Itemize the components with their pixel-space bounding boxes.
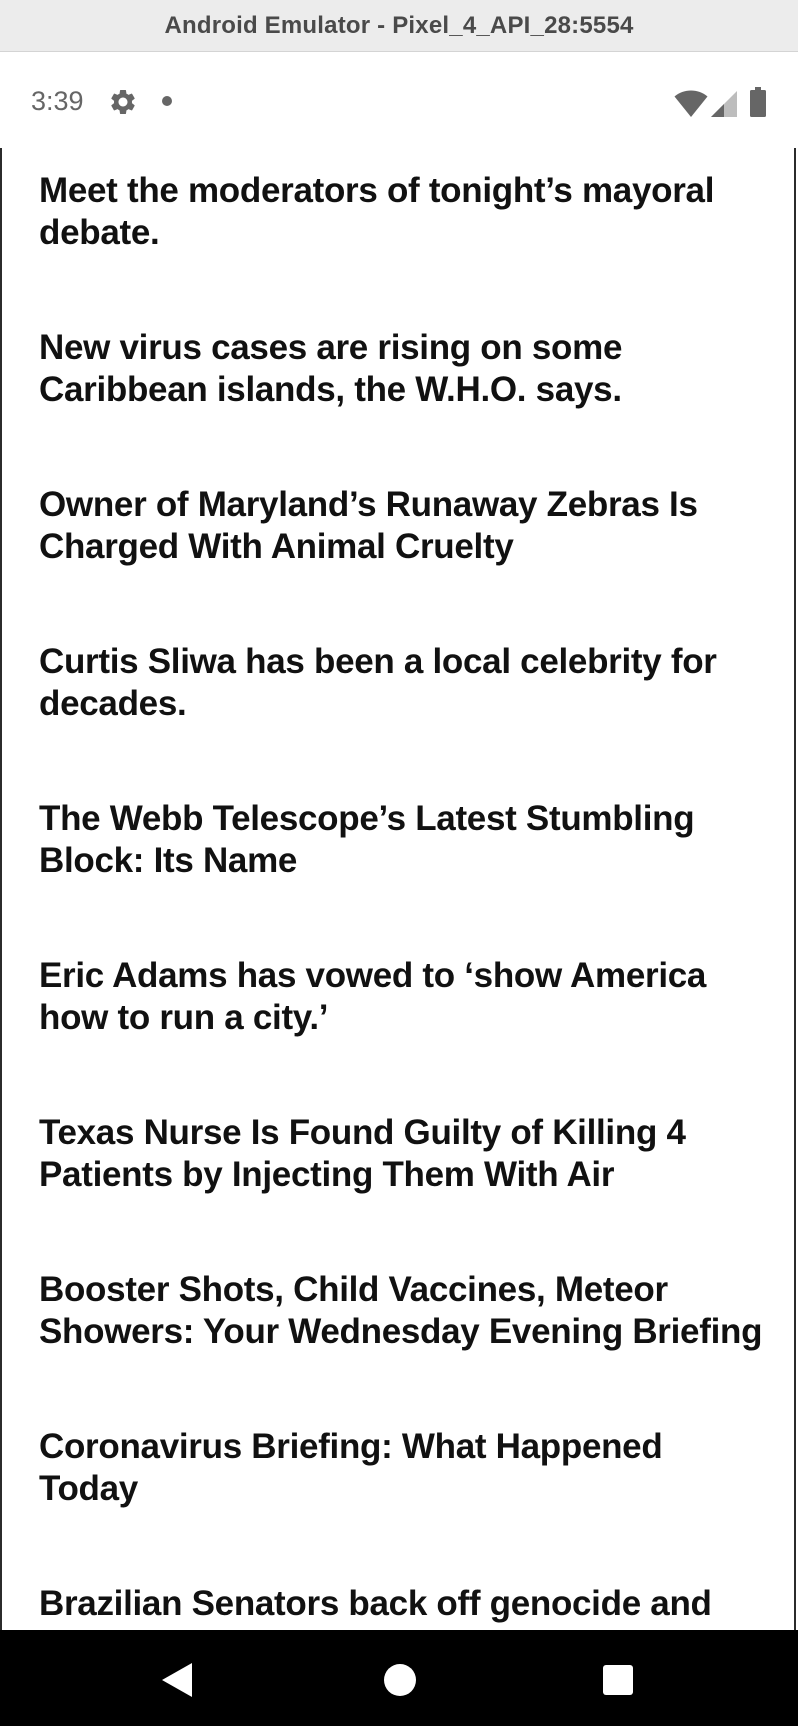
window-title: Android Emulator - Pixel_4_API_28:5554 <box>164 11 634 39</box>
headline-item[interactable]: Texas Nurse Is Found Guilty of Killing 4… <box>39 1112 769 1196</box>
home-icon[interactable] <box>384 1664 416 1696</box>
back-icon[interactable] <box>162 1663 192 1697</box>
headline-item[interactable]: Coronavirus Briefing: What Happened Toda… <box>39 1426 769 1510</box>
headline-item[interactable]: Owner of Maryland’s Runaway Zebras Is Ch… <box>39 484 769 568</box>
battery-icon <box>750 87 766 117</box>
wifi-icon <box>674 90 708 117</box>
headline-item[interactable]: Booster Shots, Child Vaccines, Meteor Sh… <box>39 1269 769 1353</box>
headline-item[interactable]: Meet the moderators of tonight’s mayoral… <box>39 170 769 254</box>
headline-feed[interactable]: Meet the moderators of tonight’s mayoral… <box>0 148 798 1630</box>
cellular-signal-icon <box>711 91 737 117</box>
headline-item[interactable]: Eric Adams has vowed to ‘show America ho… <box>39 955 769 1039</box>
window-titlebar[interactable]: Android Emulator - Pixel_4_API_28:5554 <box>0 0 798 52</box>
recents-icon[interactable] <box>603 1665 633 1695</box>
navigation-bar <box>0 1630 798 1726</box>
notification-dot-icon <box>162 96 172 106</box>
headline-item[interactable]: The Webb Telescope’s Latest Stumbling Bl… <box>39 798 769 882</box>
headline-item[interactable]: Brazilian Senators back off genocide and <box>39 1583 769 1625</box>
headline-item[interactable]: Curtis Sliwa has been a local celebrity … <box>39 641 769 725</box>
headline-item[interactable]: New virus cases are rising on some Carib… <box>39 327 769 411</box>
gear-icon <box>111 89 135 114</box>
status-time: 3:39 <box>31 86 84 116</box>
emulator-window: Android Emulator - Pixel_4_API_28:5554 3… <box>0 0 798 1726</box>
status-bar: 3:39 <box>0 52 798 148</box>
